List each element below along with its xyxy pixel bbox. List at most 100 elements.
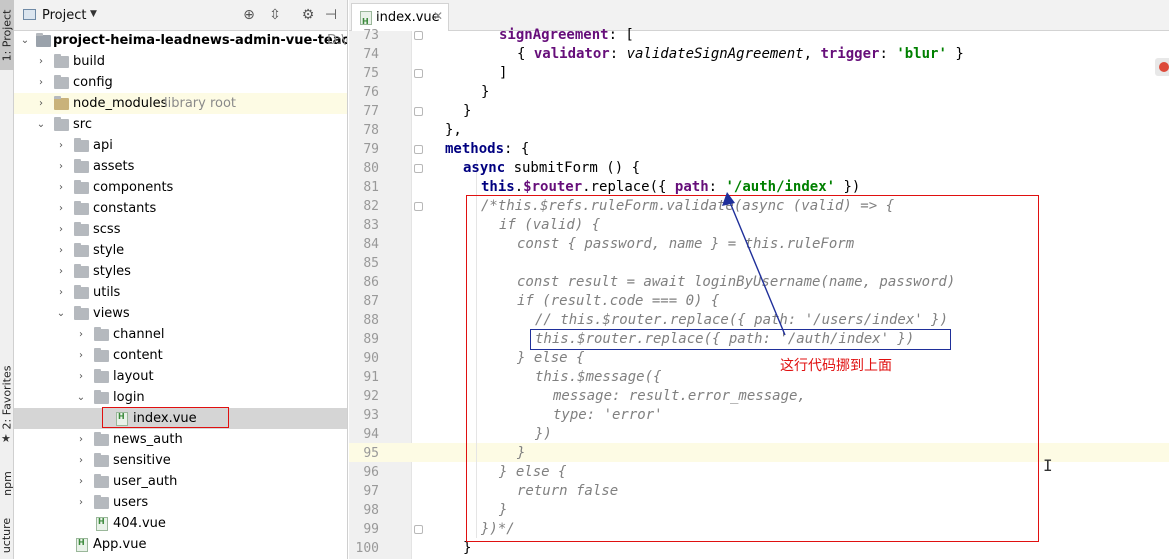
annotation-note: 这行代码挪到上面 bbox=[780, 358, 892, 374]
code-line[interactable]: } bbox=[463, 102, 471, 121]
chrome-icon[interactable] bbox=[1155, 58, 1169, 76]
chevron-down-icon[interactable]: ⌄ bbox=[56, 303, 66, 324]
chevron-right-icon[interactable]: › bbox=[36, 93, 46, 114]
code-token: : { bbox=[504, 141, 530, 157]
tree-item-label: App.vue bbox=[93, 537, 147, 552]
favorites-tool-tab[interactable]: 2: Favorites bbox=[0, 362, 14, 432]
fold-marker[interactable] bbox=[414, 69, 423, 78]
close-icon[interactable]: ✕ bbox=[433, 9, 443, 23]
vue-file-icon bbox=[96, 511, 108, 532]
fold-marker[interactable] bbox=[414, 202, 423, 211]
project-tool-tab[interactable]: 1: Project bbox=[0, 0, 14, 70]
tree-item-user-auth[interactable]: › user_auth bbox=[14, 471, 347, 492]
tree-item-app-vue[interactable]: App.vue bbox=[14, 532, 347, 555]
tree-item-build[interactable]: › build bbox=[14, 51, 347, 72]
code-token: } bbox=[481, 84, 490, 100]
tree-item-label: node_modules bbox=[73, 96, 168, 111]
line-number: 80 bbox=[363, 161, 379, 176]
chevron-right-icon[interactable]: › bbox=[36, 51, 46, 72]
folder-icon bbox=[54, 117, 69, 131]
tree-item-node-modules[interactable]: › node_modules library root bbox=[14, 93, 347, 114]
chevron-down-icon[interactable]: ▼ bbox=[90, 9, 97, 19]
chevron-right-icon[interactable]: › bbox=[56, 135, 66, 156]
tree-item-label: user_auth bbox=[113, 474, 178, 489]
tree-item-api[interactable]: › api bbox=[14, 135, 347, 156]
tree-item-sensitive[interactable]: › sensitive bbox=[14, 450, 347, 471]
tree-item-users[interactable]: › users bbox=[14, 492, 347, 513]
code-line[interactable]: }, bbox=[445, 121, 462, 140]
chevron-right-icon[interactable]: › bbox=[76, 324, 86, 345]
tree-item-channel[interactable]: › channel bbox=[14, 324, 347, 345]
tree-item-style[interactable]: › style bbox=[14, 240, 347, 261]
structure-tool-tab[interactable]: ucture bbox=[0, 512, 14, 559]
chevron-right-icon[interactable]: › bbox=[56, 282, 66, 303]
folder-icon bbox=[36, 33, 51, 47]
chevron-right-icon[interactable]: › bbox=[56, 198, 66, 219]
code-token: : bbox=[609, 46, 627, 62]
code-line[interactable]: ] bbox=[499, 64, 507, 83]
tree-item-utils[interactable]: › utils bbox=[14, 282, 347, 303]
gear-icon[interactable]: ⚙ bbox=[299, 6, 317, 24]
tree-item-news-auth[interactable]: › news_auth bbox=[14, 429, 347, 450]
chevron-down-icon[interactable]: ⌄ bbox=[20, 30, 30, 51]
locate-icon[interactable]: ⊕ bbox=[240, 6, 258, 24]
chevron-right-icon[interactable]: › bbox=[76, 450, 86, 471]
tree-item-label: sensitive bbox=[113, 453, 171, 468]
fold-marker[interactable] bbox=[414, 525, 423, 534]
tree-item-src[interactable]: ⌄ src bbox=[14, 114, 347, 135]
project-panel-title[interactable]: Project bbox=[42, 8, 86, 23]
line-number: 82 bbox=[363, 199, 379, 214]
line-number: 100 bbox=[355, 541, 379, 556]
fold-marker[interactable] bbox=[414, 145, 423, 154]
chevron-right-icon[interactable]: › bbox=[76, 429, 86, 450]
code-line[interactable]: async submitForm () { bbox=[463, 159, 640, 178]
tree-item-views[interactable]: ⌄ views bbox=[14, 303, 347, 324]
chevron-right-icon[interactable]: › bbox=[76, 492, 86, 513]
chevron-right-icon[interactable]: › bbox=[56, 177, 66, 198]
npm-tool-tab[interactable]: npm bbox=[0, 458, 14, 508]
code-line[interactable]: signAgreement: [ bbox=[499, 26, 634, 45]
tree-item-content[interactable]: › content bbox=[14, 345, 347, 366]
tree-item-styles[interactable]: › styles bbox=[14, 261, 347, 282]
chevron-right-icon[interactable]: › bbox=[76, 471, 86, 492]
fold-marker[interactable] bbox=[414, 31, 423, 40]
tree-item-login[interactable]: ⌄ login bbox=[14, 387, 347, 408]
chevron-right-icon[interactable]: › bbox=[56, 261, 66, 282]
tree-item-config[interactable]: › config bbox=[14, 72, 347, 93]
line-number: 88 bbox=[363, 313, 379, 328]
fold-marker[interactable] bbox=[414, 164, 423, 173]
fold-marker[interactable] bbox=[414, 107, 423, 116]
collapse-all-icon[interactable]: ⇳ bbox=[266, 6, 284, 24]
tree-item-project-root[interactable]: ⌄ project-heima-leadnews-admin-vue-teach… bbox=[14, 30, 347, 51]
vue-file-icon bbox=[76, 532, 88, 553]
chevron-right-icon[interactable]: › bbox=[76, 345, 86, 366]
project-view-icon bbox=[23, 9, 36, 20]
hide-panel-icon[interactable]: ⊣ bbox=[322, 6, 340, 24]
tree-item-scss[interactable]: › scss bbox=[14, 219, 347, 240]
code-editor[interactable]: index.vue ✕ 73 74 75 76 77 78 79 80 81 8… bbox=[349, 0, 1169, 559]
tree-item-components[interactable]: › components bbox=[14, 177, 347, 198]
tree-item-404-vue[interactable]: 404.vue bbox=[14, 511, 347, 534]
chevron-right-icon[interactable]: › bbox=[56, 219, 66, 240]
chevron-right-icon[interactable]: › bbox=[76, 366, 86, 387]
tree-item-layout[interactable]: › layout bbox=[14, 366, 347, 387]
line-number: 86 bbox=[363, 275, 379, 290]
tree-item-label: api bbox=[93, 138, 113, 153]
tree-item-assets[interactable]: › assets bbox=[14, 156, 347, 177]
tree-item-label: utils bbox=[93, 285, 121, 300]
code-token: validateSignAgreement bbox=[626, 46, 804, 62]
code-line[interactable]: { validator: validateSignAgreement, trig… bbox=[517, 45, 964, 64]
code-token: , bbox=[803, 46, 821, 62]
chevron-down-icon[interactable]: ⌄ bbox=[36, 114, 46, 135]
tree-item-constants[interactable]: › constants bbox=[14, 198, 347, 219]
chevron-down-icon[interactable]: ⌄ bbox=[76, 387, 86, 408]
code-line[interactable]: } bbox=[481, 83, 489, 102]
annotation-box-comment-block bbox=[466, 195, 1039, 542]
code-token: : [ bbox=[608, 27, 634, 43]
chevron-right-icon[interactable]: › bbox=[36, 72, 46, 93]
chevron-right-icon[interactable]: › bbox=[56, 156, 66, 177]
code-token: ({ bbox=[649, 179, 675, 195]
tree-item-label: scss bbox=[93, 222, 121, 237]
code-line[interactable]: methods: { bbox=[445, 140, 529, 159]
chevron-right-icon[interactable]: › bbox=[56, 240, 66, 261]
